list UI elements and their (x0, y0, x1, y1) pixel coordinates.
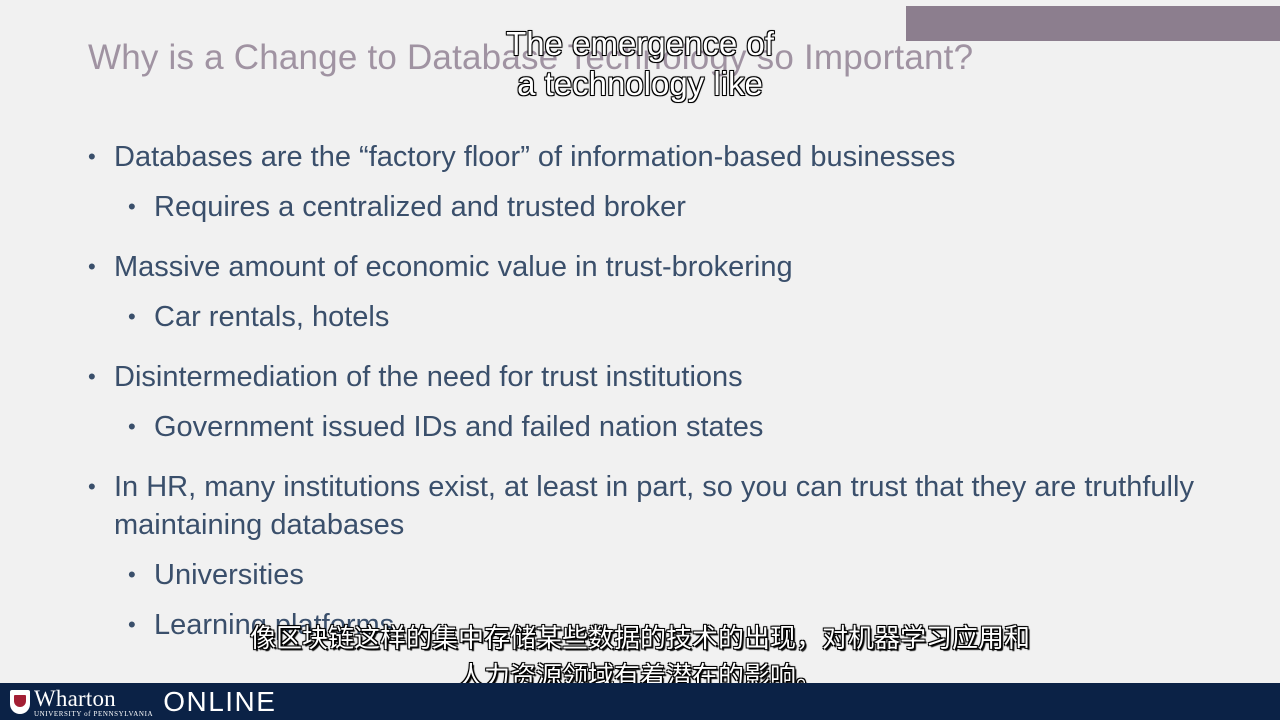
english-subtitle: The emergence of a technology like (480, 24, 800, 104)
bullet-item: Databases are the “factory floor” of inf… (88, 138, 1198, 176)
slide: Why is a Change to Database Technology s… (0, 0, 1280, 720)
sub-bullet-item: Car rentals, hotels (128, 298, 1198, 336)
logo-word: Wharton (34, 685, 116, 711)
bullet-item: In HR, many institutions exist, at least… (88, 468, 1198, 544)
sub-bullet-item: Universities (128, 556, 1198, 594)
corner-decoration-box (906, 6, 1280, 41)
shield-icon (10, 690, 30, 714)
bullet-item: Disintermediation of the need for trust … (88, 358, 1198, 396)
bullet-list: Databases are the “factory floor” of inf… (88, 138, 1198, 644)
logo-online-text: ONLINE (163, 686, 277, 717)
logo-wordmark: Wharton UNIVERSITY of PENNSYLVANIA (34, 687, 153, 718)
english-subtitle-line-2: a technology like (516, 64, 763, 102)
logo-subtitle: UNIVERSITY of PENNSYLVANIA (34, 709, 154, 718)
english-subtitle-line-1: The emergence of (505, 24, 774, 62)
bullet-item: Massive amount of economic value in trus… (88, 248, 1198, 286)
sub-bullet-item: Government issued IDs and failed nation … (128, 408, 1198, 446)
chinese-subtitle-line-1: 像区块链这样的集中存储某些数据的技术的出现，对机器学习应用和 (249, 624, 1030, 654)
wharton-online-logo: Wharton UNIVERSITY of PENNSYLVANIA ONLIN… (10, 684, 276, 720)
sub-bullet-item: Requires a centralized and trusted broke… (128, 188, 1198, 226)
